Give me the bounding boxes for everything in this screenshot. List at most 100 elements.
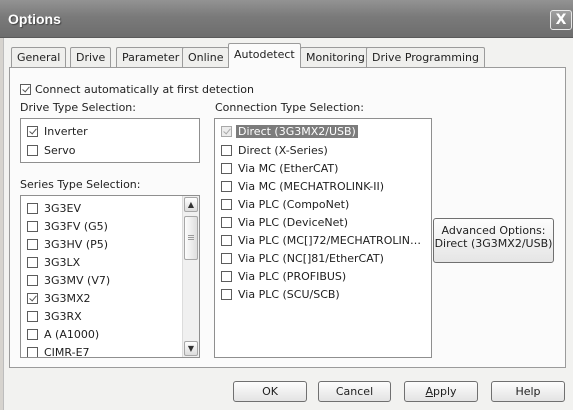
list-item[interactable]: CIMR-E7 <box>27 345 90 358</box>
drive-type-list[interactable]: Inverter Servo <box>20 118 200 163</box>
tab-label: Monitoring <box>306 51 365 64</box>
tab-online[interactable]: Online <box>182 47 230 67</box>
item-label: Servo <box>44 144 76 157</box>
close-button[interactable]: X <box>550 10 572 30</box>
list-item[interactable]: 3G3MV (V7) <box>27 273 110 288</box>
list-item[interactable]: 3G3FV (G5) <box>27 219 108 234</box>
list-item[interactable]: Direct (3G3MX2/USB) <box>221 124 358 139</box>
checkbox-box[interactable] <box>27 347 38 357</box>
list-item[interactable]: Via PLC (CompoNet) <box>221 197 349 212</box>
checkbox-box[interactable] <box>27 203 38 214</box>
connect-auto-label: Connect automatically at first detection <box>35 83 254 96</box>
tab-label: Drive <box>76 51 106 64</box>
list-item[interactable]: Via PLC (NC[]81/EtherCAT) <box>221 251 384 266</box>
series-type-list[interactable]: 3G3EV 3G3FV (G5) 3G3HV (P5) 3G3LX 3G3MV … <box>20 195 200 358</box>
list-item[interactable]: Direct (X-Series) <box>221 143 328 158</box>
tab-monitoring[interactable]: Monitoring <box>300 47 371 67</box>
list-item[interactable]: Servo <box>27 143 76 158</box>
close-icon: X <box>555 12 567 28</box>
tab-label: Online <box>188 51 224 64</box>
item-label: 3G3HV (P5) <box>44 238 109 251</box>
window-title: Options <box>8 11 61 27</box>
tab-parameter[interactable]: Parameter <box>116 47 186 67</box>
help-button[interactable]: Help <box>491 381 565 402</box>
title-bar[interactable] <box>0 0 573 38</box>
chevron-up-icon: ▲ <box>187 200 195 209</box>
list-item[interactable]: Inverter <box>27 124 88 139</box>
tab-autodetect[interactable]: Autodetect <box>228 43 301 68</box>
item-label: A (A1000) <box>44 328 100 341</box>
list-item[interactable]: 3G3MX2 <box>27 291 91 306</box>
checkbox-box[interactable] <box>221 145 232 156</box>
series-type-heading: Series Type Selection: <box>20 178 141 191</box>
tab-label: Drive Programming <box>372 51 479 64</box>
connection-type-heading: Connection Type Selection: <box>215 101 364 114</box>
list-item[interactable]: Via PLC (DeviceNet) <box>221 215 348 230</box>
drive-type-heading: Drive Type Selection: <box>20 101 136 114</box>
item-label: Via PLC (MC[]72/MECHATROLIN… <box>238 234 421 247</box>
item-label: CIMR-E7 <box>44 346 90 358</box>
checkbox-box[interactable] <box>27 145 38 156</box>
checkbox-box[interactable] <box>27 329 38 340</box>
apply-button[interactable]: Apply <box>404 381 478 402</box>
checkbox-box[interactable] <box>27 275 38 286</box>
list-item[interactable]: Via MC (MECHATROLINK-II) <box>221 179 384 194</box>
checkbox-box[interactable] <box>27 126 38 137</box>
tab-label: General <box>17 51 61 64</box>
list-item[interactable]: Via PLC (PROFIBUS) <box>221 269 346 284</box>
list-item[interactable]: 3G3RX <box>27 309 82 324</box>
item-label: 3G3FV (G5) <box>44 220 108 233</box>
item-label: 3G3RX <box>44 310 82 323</box>
advanced-options-button[interactable]: Advanced Options: Direct (3G3MX2/USB) <box>433 218 554 263</box>
checkbox-box[interactable] <box>221 126 232 137</box>
list-item[interactable]: Via MC (EtherCAT) <box>221 161 338 176</box>
ok-label: OK <box>262 385 278 398</box>
item-label: Via MC (EtherCAT) <box>238 162 339 175</box>
checkbox-box[interactable] <box>27 221 38 232</box>
checkbox-box[interactable] <box>221 199 232 210</box>
tab-general[interactable]: General <box>11 47 67 67</box>
item-label: Via MC (MECHATROLINK-II) <box>238 180 385 193</box>
chevron-down-icon: ▼ <box>187 344 195 353</box>
cancel-button[interactable]: Cancel <box>318 381 391 402</box>
list-item[interactable]: 3G3EV <box>27 201 81 216</box>
connect-auto-checkbox[interactable]: Connect automatically at first detection <box>20 83 254 96</box>
item-label: 3G3MX2 <box>44 292 91 305</box>
tab-drive-programming[interactable]: Drive Programming <box>366 47 485 67</box>
checkbox-box[interactable] <box>221 271 232 282</box>
series-scrollbar[interactable]: ▲ ▼ <box>182 196 199 357</box>
list-item[interactable]: 3G3HV (P5) <box>27 237 108 252</box>
item-label: Via PLC (CompoNet) <box>238 198 350 211</box>
scroll-thumb[interactable] <box>184 216 198 260</box>
list-item[interactable]: A (A1000) <box>27 327 99 342</box>
item-label: Via PLC (DeviceNet) <box>238 216 349 229</box>
checkbox-box[interactable] <box>221 163 232 174</box>
help-label: Help <box>515 385 541 398</box>
checkbox-box[interactable] <box>20 84 31 95</box>
apply-label: pply <box>433 385 457 398</box>
checkbox-box[interactable] <box>27 239 38 250</box>
list-item[interactable]: Via PLC (MC[]72/MECHATROLIN… <box>221 233 421 248</box>
item-label: Via PLC (SCU/SCB) <box>238 288 340 301</box>
checkbox-box[interactable] <box>221 235 232 246</box>
checkbox-box[interactable] <box>27 311 38 322</box>
item-label: 3G3LX <box>44 256 81 269</box>
checkbox-box[interactable] <box>221 253 232 264</box>
advanced-options-label: Advanced Options: <box>441 224 546 237</box>
item-label: Direct (X-Series) <box>238 144 328 157</box>
checkbox-box[interactable] <box>221 289 232 300</box>
item-label: Direct (3G3MX2/USB) <box>236 125 358 138</box>
list-item[interactable]: 3G3LX <box>27 255 80 270</box>
item-label: 3G3MV (V7) <box>44 274 111 287</box>
scroll-up-button[interactable]: ▲ <box>184 197 198 212</box>
checkbox-box[interactable] <box>221 181 232 192</box>
checkbox-box[interactable] <box>221 217 232 228</box>
ok-button[interactable]: OK <box>233 381 307 402</box>
tab-drive[interactable]: Drive <box>70 47 112 67</box>
connection-type-list[interactable]: Direct (3G3MX2/USB) Direct (X-Series) Vi… <box>214 118 432 358</box>
item-label: Via PLC (PROFIBUS) <box>238 270 347 283</box>
list-item[interactable]: Via PLC (SCU/SCB) <box>221 287 340 302</box>
checkbox-box[interactable] <box>27 293 38 304</box>
scroll-down-button[interactable]: ▼ <box>184 341 198 356</box>
checkbox-box[interactable] <box>27 257 38 268</box>
